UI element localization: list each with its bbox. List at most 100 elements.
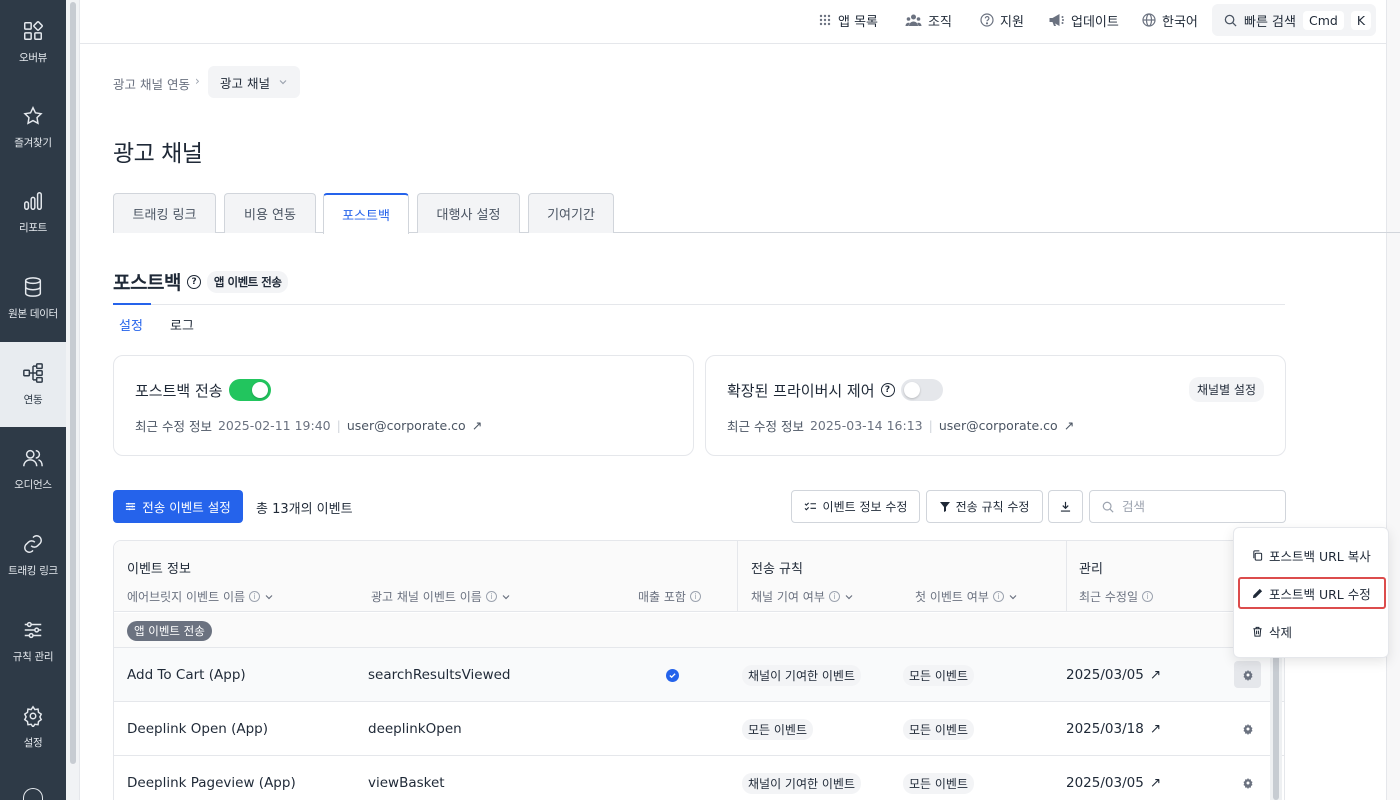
external-link-icon[interactable]: ↗ [1064, 418, 1074, 433]
breadcrumb-parent[interactable]: 광고 채널 연동 [113, 74, 190, 93]
check-icon [666, 668, 679, 682]
org-label: 조직 [928, 14, 952, 30]
edit-event-info-button[interactable]: 이벤트 정보 수정 [791, 490, 920, 523]
sidebar-item-label: 원본 데이터 [8, 308, 58, 320]
menu-label: 삭제 [1269, 624, 1293, 640]
tab-tracking-link[interactable]: 트래킹 링크 [113, 193, 216, 233]
column-label: 광고 채널 이벤트 이름 [371, 590, 482, 604]
globe-icon [1142, 13, 1156, 27]
org-button[interactable]: 조직 [905, 0, 952, 40]
tab-postback[interactable]: 포스트백 [323, 193, 409, 234]
tab-agency-settings[interactable]: 대행사 설정 [417, 193, 520, 233]
card-title-text: 포스트백 전송 [135, 381, 223, 400]
sidebar-item-integration[interactable]: 연동 [0, 342, 66, 427]
postback-toggle[interactable] [228, 379, 271, 401]
pencil-icon [1252, 588, 1263, 598]
tab-cost-integration[interactable]: 비용 연동 [224, 193, 316, 233]
external-link-icon[interactable]: ↗ [472, 418, 482, 433]
info-icon[interactable]: i [1142, 591, 1154, 602]
cell-revenue [666, 648, 679, 702]
scrollbar-thumb[interactable] [1273, 647, 1279, 800]
cell-channel-event: searchResultsViewed [368, 667, 511, 683]
info-icon[interactable]: i [249, 591, 261, 602]
table-row[interactable]: Deeplink Open (App) deeplinkOpen 모든 이벤트 … [114, 702, 1284, 756]
lock-icon [23, 788, 43, 800]
app-list-button[interactable]: 앱 목록 [818, 0, 878, 40]
info-icon[interactable]: i [828, 591, 840, 602]
sidebar-item-favorites[interactable]: 즐겨찾기 [0, 85, 66, 170]
sidebar-item-label: 규칙 관리 [12, 651, 54, 663]
shortcut-key: Cmd [1302, 10, 1344, 30]
sidebar-item-overview[interactable]: 오버뷰 [0, 0, 66, 85]
search-input[interactable] [1122, 499, 1272, 514]
row-settings-button[interactable] [1234, 715, 1261, 742]
megaphone-icon [1049, 14, 1064, 26]
help-icon[interactable]: ? [880, 383, 895, 397]
sidebar-item-label: 리포트 [18, 222, 48, 234]
updates-button[interactable]: 업데이트 [1048, 0, 1119, 40]
sidebar-item-report[interactable]: 리포트 [0, 170, 66, 255]
menu-delete[interactable]: 삭제 [1238, 615, 1386, 647]
card-title-text: 확장된 프라이버시 제어 [727, 381, 875, 400]
language-button[interactable]: 한국어 [1142, 0, 1198, 40]
row-settings-button[interactable] [1234, 769, 1261, 796]
menu-edit-postback-url[interactable]: 포스트백 URL 수정 [1238, 577, 1386, 609]
scrollbar-thumb[interactable] [70, 2, 76, 764]
row-settings-button[interactable] [1234, 661, 1261, 688]
send-event-settings-button[interactable]: 전송 이벤트 설정 [113, 490, 243, 523]
privacy-card: 확장된 프라이버시 제어 ? 채널별 설정 최근 수정 정보 2025-03-1… [705, 355, 1286, 456]
menu-copy-postback-url[interactable]: 포스트백 URL 복사 [1238, 539, 1386, 571]
cell-channel-event: deeplinkOpen [368, 721, 462, 737]
menu-label: 포스트백 URL 복사 [1269, 548, 1371, 564]
quick-search-button[interactable]: 빠른 검색 Cmd K [1212, 4, 1376, 36]
column-airbridge-event[interactable]: 에어브릿지 이벤트 이름 i [127, 588, 274, 605]
info-icon[interactable]: i [689, 591, 701, 602]
sidebar-item-rules[interactable]: 규칙 관리 [0, 599, 66, 684]
events-table: 이벤트 정보 전송 규칙 관리 에어브릿지 이벤트 이름 i 광고 채널 이벤트… [113, 540, 1285, 800]
table-row[interactable]: Deeplink Pageview (App) viewBasket 채널이 기… [114, 756, 1284, 800]
column-label: 첫 이벤트 여부 [915, 590, 989, 604]
channel-settings-button[interactable]: 채널별 설정 [1188, 377, 1264, 402]
table-scrollbar[interactable] [1270, 647, 1282, 800]
sidebar-scrollbar[interactable] [66, 0, 80, 800]
date-text: 2025/03/18 [1066, 721, 1144, 737]
first-pill: 모든 이벤트 [903, 664, 975, 686]
column-channel-event[interactable]: 광고 채널 이벤트 이름 i [371, 588, 511, 605]
privacy-card-title: 확장된 프라이버시 제어 ? [727, 379, 943, 401]
quick-search-label: 빠른 검색 [1244, 14, 1296, 30]
column-channel-contrib[interactable]: 채널 기여 여부 i [751, 588, 854, 605]
toggle-knob [251, 382, 268, 398]
info-icon[interactable]: i [485, 591, 497, 602]
breadcrumb-current-dropdown[interactable]: 광고 채널 [208, 66, 300, 98]
meta-time: 2025-03-14 16:13 [809, 418, 923, 433]
support-button[interactable]: 지원 [980, 0, 1024, 40]
edit-send-rules-button[interactable]: 전송 규칙 수정 [926, 490, 1043, 523]
sidebar-item-settings[interactable]: 설정 [0, 685, 66, 770]
table-row[interactable]: Add To Cart (App) searchResultsViewed 채널… [114, 648, 1284, 702]
external-link-icon[interactable]: ↗ [1150, 775, 1161, 791]
search-icon [1224, 14, 1237, 27]
table-header: 이벤트 정보 전송 규칙 관리 에어브릿지 이벤트 이름 i 광고 채널 이벤트… [114, 541, 1284, 612]
download-button[interactable] [1048, 490, 1083, 523]
column-label: 매출 포함 [638, 590, 686, 604]
subtab-log[interactable]: 로그 [170, 315, 194, 334]
external-link-icon[interactable]: ↗ [1150, 667, 1161, 683]
sidebar-item-tracking-link[interactable]: 트래킹 링크 [0, 513, 66, 598]
sidebar-item-audience[interactable]: 오디언스 [0, 427, 66, 512]
contrib-pill: 채널이 기여한 이벤트 [742, 772, 861, 794]
info-icon[interactable]: i [992, 591, 1004, 602]
event-search-box[interactable] [1089, 490, 1286, 523]
menu-label: 포스트백 URL 수정 [1269, 586, 1371, 602]
sidebar-item-raw-data[interactable]: 원본 데이터 [0, 256, 66, 341]
cell-first: 모든 이벤트 [903, 756, 975, 800]
header-group-send-rules: 전송 규칙 [751, 562, 803, 577]
button-label: 전송 규칙 수정 [955, 500, 1030, 514]
privacy-toggle[interactable] [900, 379, 943, 401]
meta-user: user@corporate.co [346, 418, 466, 433]
tab-attribution-window[interactable]: 기여기간 [528, 193, 614, 233]
column-first-event[interactable]: 첫 이벤트 여부 i [915, 588, 1018, 605]
page-scrollbar[interactable] [1386, 0, 1400, 800]
subtab-settings[interactable]: 설정 [119, 315, 143, 334]
external-link-icon[interactable]: ↗ [1150, 721, 1161, 737]
help-icon[interactable]: ? [186, 274, 201, 289]
